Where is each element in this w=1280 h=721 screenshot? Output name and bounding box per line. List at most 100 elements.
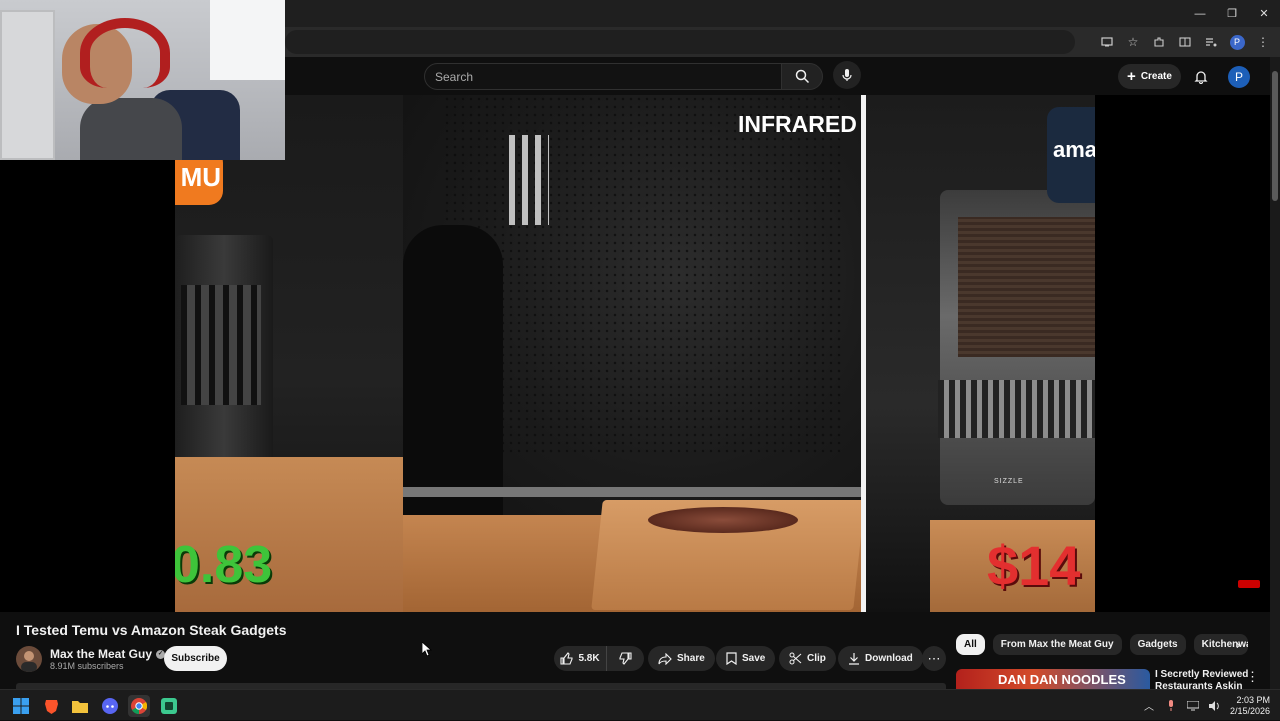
video-person xyxy=(403,225,503,525)
webcam-overlay xyxy=(0,0,285,160)
video-player[interactable]: SIZZLE MU ama INFRARED 0.83 $14 xyxy=(0,95,1280,612)
recommended-thumbnail[interactable]: DAN DAN NOODLES xyxy=(956,669,1150,689)
share-action: Share xyxy=(648,646,715,671)
notifications-button[interactable] xyxy=(1190,65,1212,87)
system-tray: ︿ 2:03 PM 2/15/2026 xyxy=(1142,690,1280,721)
close-button[interactable]: ✕ xyxy=(1248,0,1280,27)
channel-name-text: Max the Meat Guy xyxy=(50,647,153,661)
oven-window xyxy=(958,217,1095,357)
recommended-thumbnail-text: DAN DAN NOODLES xyxy=(998,672,1126,687)
recommended-video[interactable]: DAN DAN NOODLES I Secretly Reviewed Rest… xyxy=(956,669,1266,689)
minimize-button[interactable]: — xyxy=(1184,0,1216,27)
app-icon-green[interactable] xyxy=(158,695,180,717)
overlay-heading: INFRARED xyxy=(738,111,857,137)
video-scene-middle xyxy=(403,95,865,612)
discord-icon[interactable] xyxy=(99,695,121,717)
download-button[interactable]: Download xyxy=(838,646,923,671)
profile-initial-browser: P xyxy=(1229,34,1245,50)
restore-button[interactable]: ❐ xyxy=(1216,0,1248,27)
save-action: Save xyxy=(716,646,776,671)
like-count: 5.8K xyxy=(578,653,600,664)
thumbs-up-icon xyxy=(560,652,573,665)
clock-date: 2/15/2026 xyxy=(1229,705,1270,716)
channel-avatar[interactable] xyxy=(16,646,42,672)
chip-all[interactable]: All xyxy=(956,634,985,655)
bookmark-icon xyxy=(726,652,737,665)
chevron-right-icon[interactable]: › xyxy=(1228,634,1248,655)
address-bar[interactable] xyxy=(285,30,1075,54)
like-button[interactable]: 5.8K xyxy=(554,646,607,671)
subscriber-count: 8.91M subscribers xyxy=(50,661,124,671)
price-left: 0.83 xyxy=(175,536,273,594)
file-explorer-icon[interactable] xyxy=(69,695,91,717)
window-controls: — ❐ ✕ xyxy=(1184,0,1280,27)
thumbs-down-icon xyxy=(619,652,632,665)
search-icon xyxy=(795,69,809,84)
microphone-tray-icon[interactable] xyxy=(1164,699,1178,713)
related-filter-chips: All From Max the Meat Guy Gadgets Kitche… xyxy=(956,634,1248,655)
media-controls-icon[interactable] xyxy=(1200,31,1222,53)
oven-brand-label: SIZZLE xyxy=(994,478,1024,485)
share-icon xyxy=(658,652,672,665)
search-input[interactable]: Search xyxy=(424,63,782,90)
scissors-icon xyxy=(789,652,802,665)
save-label: Save xyxy=(742,653,766,664)
windows-taskbar: ︿ 2:03 PM 2/15/2026 xyxy=(0,689,1280,720)
bell-icon xyxy=(1194,70,1208,84)
webcam-window xyxy=(210,0,285,80)
oven-grate xyxy=(938,380,1095,438)
steak xyxy=(648,507,798,533)
more-actions-button[interactable]: ⋯ xyxy=(922,646,946,671)
chip-gadgets[interactable]: Gadgets xyxy=(1129,634,1186,655)
share-button[interactable]: Share xyxy=(648,646,715,671)
windows-start-icon[interactable] xyxy=(10,695,32,717)
network-icon[interactable] xyxy=(1186,699,1200,713)
search-button[interactable] xyxy=(781,63,823,90)
clip-button[interactable]: Clip xyxy=(779,646,836,671)
streamer-shirt xyxy=(80,98,182,160)
clock-time: 2:03 PM xyxy=(1236,694,1270,705)
scrollbar-thumb[interactable] xyxy=(1272,71,1278,201)
recommended-menu-icon[interactable]: ⋮ xyxy=(1246,669,1259,685)
chrome-icon[interactable] xyxy=(128,695,150,717)
extensions-icon[interactable] xyxy=(1148,31,1170,53)
browser-menu-icon[interactable]: ⋮ xyxy=(1252,31,1274,53)
plus-icon: + xyxy=(1127,67,1136,85)
create-button[interactable]: + Create xyxy=(1118,64,1181,89)
video-title: I Tested Temu vs Amazon Steak Gadgets xyxy=(16,622,287,638)
live-indicator xyxy=(1238,580,1260,588)
volume-icon[interactable] xyxy=(1208,699,1222,713)
cast-icon[interactable] xyxy=(1096,31,1118,53)
like-dislike-group: 5.8K xyxy=(554,646,644,671)
account-avatar[interactable]: P xyxy=(1228,66,1250,88)
split-view-icon[interactable] xyxy=(1174,31,1196,53)
download-action: Download xyxy=(838,646,923,671)
price-right: $14 xyxy=(987,534,1081,597)
microphone-icon xyxy=(842,69,852,81)
profile-avatar-browser[interactable]: P xyxy=(1226,31,1248,53)
mouse-cursor xyxy=(422,642,432,656)
share-label: Share xyxy=(677,653,705,664)
save-button[interactable]: Save xyxy=(716,646,776,671)
knife-rack xyxy=(509,135,549,225)
subscribe-button[interactable]: Subscribe xyxy=(164,646,227,671)
page-scrollbar[interactable] xyxy=(1270,57,1280,689)
grill-slats xyxy=(181,285,261,405)
chevron-up-icon[interactable]: ︿ xyxy=(1142,699,1156,713)
amazon-badge: ama xyxy=(1047,107,1095,203)
voice-search-button[interactable] xyxy=(833,61,861,89)
steel-counter xyxy=(403,487,861,497)
clip-label: Clip xyxy=(807,653,826,664)
brave-browser-icon[interactable] xyxy=(40,695,62,717)
pegboard xyxy=(443,95,843,455)
system-clock[interactable]: 2:03 PM 2/15/2026 xyxy=(1230,695,1270,717)
create-label: Create xyxy=(1140,71,1172,82)
bookmark-star-icon[interactable]: ☆ xyxy=(1122,31,1144,53)
dislike-button[interactable] xyxy=(607,646,644,671)
channel-name[interactable]: Max the Meat Guy ✓ xyxy=(50,647,166,661)
chip-from-channel[interactable]: From Max the Meat Guy xyxy=(992,634,1122,655)
download-label: Download xyxy=(865,653,913,664)
recommended-title[interactable]: I Secretly Reviewed Restaurants Askin xyxy=(1155,669,1255,689)
streamer xyxy=(32,14,182,160)
search-placeholder: Search xyxy=(435,69,474,84)
